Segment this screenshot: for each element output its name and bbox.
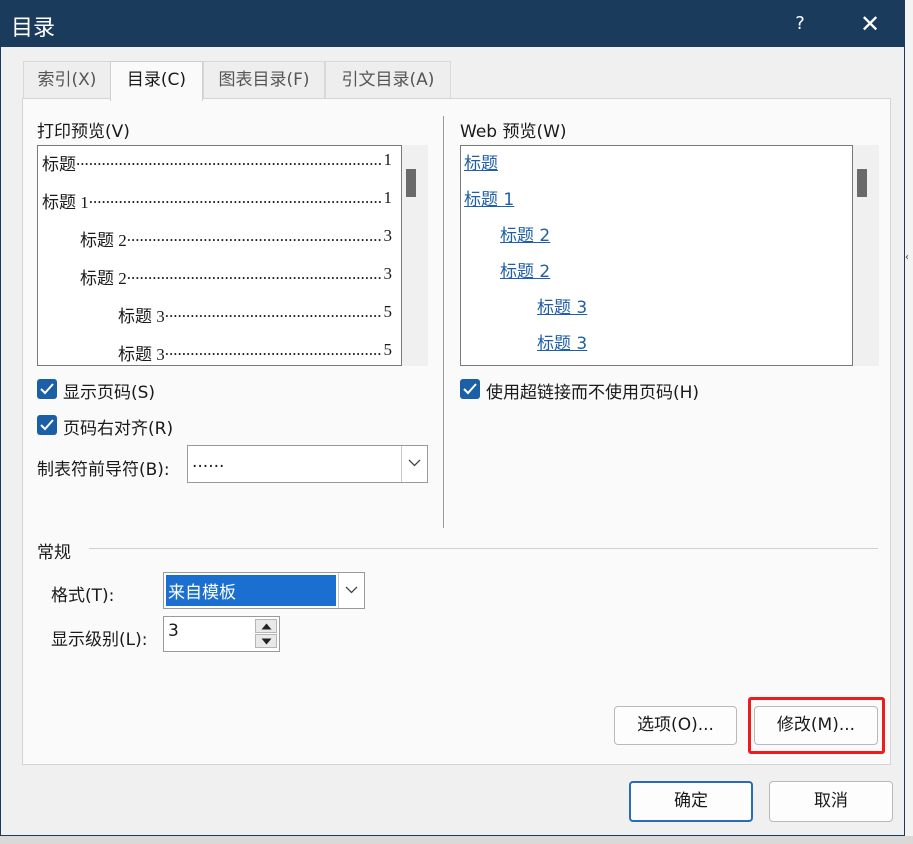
tab-label: 图表目录(F): [218, 70, 310, 90]
cancel-button[interactable]: 取消: [769, 781, 893, 822]
print-preview-line: 标题 1....................................…: [42, 188, 392, 212]
check-icon: [40, 383, 54, 395]
options-button[interactable]: 选项(O)...: [614, 706, 737, 745]
section-divider: [89, 548, 878, 549]
tab-label: 引文目录(A): [341, 70, 435, 90]
caret-up-icon: [261, 623, 272, 630]
levels-spinner[interactable]: 3: [163, 616, 280, 652]
web-preview-link: 标题 2: [500, 262, 551, 282]
tab-leader-select[interactable]: ......: [187, 445, 428, 483]
print-preview-label: 打印预览(V): [37, 122, 130, 142]
spin-up-button[interactable]: [255, 619, 277, 633]
format-value: 来自模板: [168, 583, 236, 603]
toc-dialog: 目录 ? ✕ 索引(X) 目录(C) 图表目录(F) 引文目录(A) 打印预览(…: [0, 0, 905, 836]
right-align-label[interactable]: 页码右对齐(R): [63, 414, 173, 439]
scroll-thumb[interactable]: [857, 169, 867, 197]
show-page-numbers-label[interactable]: 显示页码(S): [63, 378, 155, 403]
check-icon: [463, 383, 477, 395]
print-preview-line: 标题......................................…: [42, 150, 392, 174]
tab-leader-label: 制表符前导符(B):: [37, 460, 170, 480]
background-window-edge: ‹: [905, 0, 913, 844]
help-icon[interactable]: ?: [785, 11, 815, 37]
tab-label: 索引(X): [37, 70, 97, 90]
spin-down-button[interactable]: [255, 634, 277, 648]
tab-figures[interactable]: 图表目录(F): [203, 61, 325, 99]
chevron-down-icon[interactable]: [338, 573, 364, 608]
web-preview-box: 标题 标题 1 标题 2 标题 2 标题 3 标题 3: [460, 145, 853, 366]
print-preview-box: 标题......................................…: [37, 145, 402, 366]
title-bar: 目录 ? ✕: [1, 1, 904, 47]
print-preview-scrollbar[interactable]: [402, 145, 428, 366]
close-icon[interactable]: ✕: [853, 9, 887, 39]
background-window-bottom: [0, 836, 913, 844]
check-icon: [40, 419, 54, 431]
print-preview-line: 标题 2....................................…: [80, 226, 392, 250]
web-preview-link: 标题 2: [500, 226, 551, 246]
column-divider: [443, 116, 444, 528]
format-label: 格式(T):: [51, 586, 115, 606]
web-preview-link: 标题 3: [537, 334, 588, 354]
web-preview-scrollbar[interactable]: [853, 145, 879, 366]
web-preview-link: 标题: [464, 154, 498, 174]
caret-down-icon: [261, 638, 272, 645]
dialog-title: 目录: [11, 16, 56, 41]
format-select[interactable]: 来自模板: [163, 572, 365, 609]
print-preview-line: 标题 2....................................…: [80, 264, 392, 288]
web-preview-link: 标题 1: [464, 190, 515, 210]
annotation-highlight: [748, 697, 885, 754]
levels-label: 显示级别(L):: [51, 630, 148, 650]
chevron-left-icon: ‹: [905, 252, 909, 263]
web-preview-label: Web 预览(W): [460, 122, 567, 142]
print-preview-line: 标题 3....................................…: [118, 302, 392, 326]
tab-citations[interactable]: 引文目录(A): [325, 61, 451, 99]
tab-index[interactable]: 索引(X): [23, 61, 111, 99]
ok-button[interactable]: 确定: [629, 781, 753, 822]
web-preview-link: 标题 3: [537, 298, 588, 318]
print-preview-line: 标题 3....................................…: [118, 340, 392, 364]
chevron-down-icon[interactable]: [401, 446, 427, 482]
right-align-checkbox[interactable]: [37, 415, 57, 435]
scroll-thumb[interactable]: [406, 169, 416, 197]
use-hyperlinks-checkbox[interactable]: [460, 379, 480, 399]
show-page-numbers-checkbox[interactable]: [37, 379, 57, 399]
tab-label: 目录(C): [126, 70, 187, 90]
use-hyperlinks-label[interactable]: 使用超链接而不使用页码(H): [486, 378, 699, 403]
levels-value[interactable]: 3: [168, 621, 179, 641]
tab-leader-value: ......: [192, 452, 225, 472]
general-section-label: 常规: [37, 543, 71, 563]
tab-toc[interactable]: 目录(C): [110, 61, 203, 101]
